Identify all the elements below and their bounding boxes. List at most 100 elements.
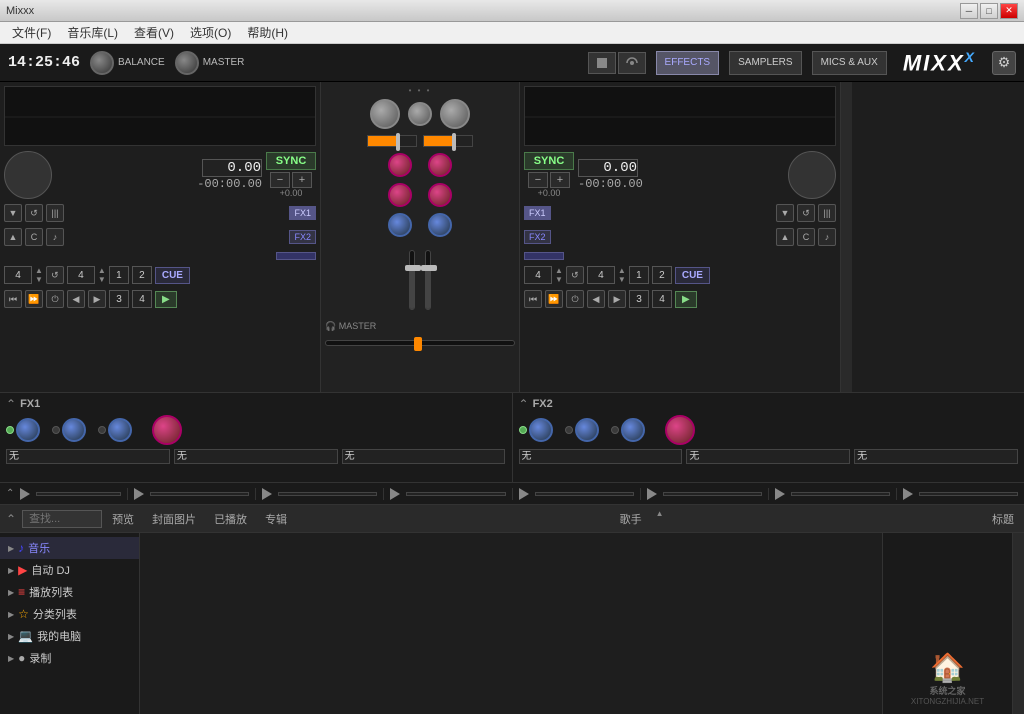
fx2-btn-right[interactable]: FX2	[524, 230, 551, 244]
transport-play-8[interactable]	[903, 488, 913, 500]
fx2-super-knob-body[interactable]	[665, 415, 695, 445]
loop-rbtn-4[interactable]: 4	[652, 290, 672, 308]
loop-rbtn-2[interactable]: 2	[652, 266, 672, 284]
sidebar-item-crate[interactable]: ▶ ☆ 分类列表	[0, 603, 139, 625]
browser-search-input[interactable]	[22, 510, 102, 528]
deck-ctrl-r3[interactable]: |||	[818, 204, 836, 222]
fx2-power-dot-3[interactable]	[611, 426, 619, 434]
transport-expand-left[interactable]: ⌃	[6, 488, 14, 499]
cue-button-right[interactable]: CUE	[675, 267, 710, 284]
fx1-power-dot-2[interactable]	[52, 426, 60, 434]
menu-help[interactable]: 帮助(H)	[239, 22, 296, 43]
loop-btn-3[interactable]: 3	[109, 290, 129, 308]
loop-next-right[interactable]: ▶	[608, 290, 626, 308]
loop-pwr-left[interactable]: ⏻	[46, 290, 64, 308]
loop-pwr-right[interactable]: ⏻	[566, 290, 584, 308]
sidebar-item-computer[interactable]: ▶ 💻 我的电脑	[0, 625, 139, 647]
loop-repeat-right[interactable]: ↺	[566, 266, 584, 284]
fx1-super-knob-body[interactable]	[152, 415, 182, 445]
loop-repeat-left[interactable]: ↺	[46, 266, 64, 284]
menu-options[interactable]: 选项(O)	[182, 22, 239, 43]
browser-tab-cover[interactable]: 封面图片	[148, 509, 200, 529]
eq-high-left[interactable]	[388, 153, 412, 177]
fx2-power-dot-1[interactable]	[519, 426, 527, 434]
deck-bpm-right[interactable]	[578, 159, 638, 177]
deck-ctrl-6[interactable]: ♪	[46, 228, 64, 246]
record-button[interactable]	[588, 52, 616, 74]
browser-tab-album[interactable]: 专辑	[261, 509, 291, 529]
fx1-knob-body-2[interactable]	[62, 418, 86, 442]
fx2-knob-body-1[interactable]	[529, 418, 553, 442]
fx2-btn-left[interactable]: FX2	[289, 230, 316, 244]
loop-back-left[interactable]: ⏮	[4, 290, 22, 308]
sidebar-item-playlist[interactable]: ▶ ≡ 播放列表	[0, 581, 139, 603]
deck-ctrl-r5[interactable]: C	[797, 228, 815, 246]
vol-thumb-right[interactable]	[421, 265, 437, 271]
eq-mid-right[interactable]	[428, 183, 452, 207]
deck-ctrl-1[interactable]: ▼	[4, 204, 22, 222]
transport-play-4[interactable]	[390, 488, 400, 500]
loop-btn-1[interactable]: 1	[109, 266, 129, 284]
master-knob[interactable]	[175, 51, 199, 75]
loop-rbtn-1[interactable]: 1	[629, 266, 649, 284]
loop-num-right-2[interactable]: 4	[587, 266, 615, 284]
loop-down-r1[interactable]: ▼	[555, 275, 563, 284]
eq-high-right[interactable]	[428, 153, 452, 177]
settings-button[interactable]: ⚙	[992, 51, 1016, 75]
close-button[interactable]: ✕	[1000, 3, 1018, 19]
deck-right-scroll[interactable]	[840, 82, 852, 392]
fx2-expand-icon[interactable]: ⌃	[519, 397, 529, 411]
deck-ctrl-2[interactable]: ↺	[25, 204, 43, 222]
loop-up-r1[interactable]: ▲	[555, 266, 563, 275]
sync-minus-left[interactable]: −	[270, 172, 290, 188]
browser-right-scroll[interactable]	[1012, 533, 1024, 714]
loop-next-left[interactable]: ▶	[88, 290, 106, 308]
browser-tab-preview[interactable]: 预览	[108, 509, 138, 529]
eq-mid-left[interactable]	[388, 183, 412, 207]
fx1-select-1[interactable]: 无	[6, 449, 170, 464]
transport-play-7[interactable]	[775, 488, 785, 500]
fx1-power-dot-1[interactable]	[6, 426, 14, 434]
loop-up-1[interactable]: ▲	[35, 266, 43, 275]
browser-expand-icon[interactable]: ⌃	[6, 512, 16, 526]
sidebar-item-autodj[interactable]: ▶ ▶ 自动 DJ	[0, 559, 139, 581]
loop-prev-left[interactable]: ◀	[67, 290, 85, 308]
gain-knob-left[interactable]	[370, 99, 400, 129]
transport-play-5[interactable]	[519, 488, 529, 500]
play-button-right[interactable]: ▶	[675, 291, 697, 308]
fx2-select-2[interactable]: 无	[686, 449, 850, 464]
maximize-button[interactable]: □	[980, 3, 998, 19]
fx1-select-2[interactable]: 无	[174, 449, 338, 464]
browser-tab-played[interactable]: 已播放	[210, 509, 251, 529]
deck-ctrl-4[interactable]: ▲	[4, 228, 22, 246]
loop-down-2[interactable]: ▼	[98, 275, 106, 284]
deck-ctrl-3[interactable]: |||	[46, 204, 64, 222]
minimize-button[interactable]: ─	[960, 3, 978, 19]
sync-minus-right[interactable]: −	[528, 172, 548, 188]
transport-play-6[interactable]	[647, 488, 657, 500]
effects-button[interactable]: EFFECTS	[656, 51, 720, 75]
deck-ctrl-r6[interactable]: ♪	[818, 228, 836, 246]
loop-num-left-1[interactable]: 4	[4, 266, 32, 284]
deck-bpm-left[interactable]	[202, 159, 262, 177]
sidebar-item-music[interactable]: ▶ ♪ 音乐	[0, 537, 139, 559]
loop-btn-2[interactable]: 2	[132, 266, 152, 284]
deck-ctrl-r4[interactable]: ▲	[776, 228, 794, 246]
play-button-left[interactable]: ▶	[155, 291, 177, 308]
fx2-power-dot-2[interactable]	[565, 426, 573, 434]
fx1-knob-body-3[interactable]	[108, 418, 132, 442]
sidebar-item-record[interactable]: ▶ ● 录制	[0, 647, 139, 669]
deck-ctrl-r2[interactable]: ↺	[797, 204, 815, 222]
menu-library[interactable]: 音乐库(L)	[59, 22, 126, 43]
cue-button-left[interactable]: CUE	[155, 267, 190, 284]
broadcast-button[interactable]	[618, 52, 646, 74]
loop-up-2[interactable]: ▲	[98, 266, 106, 275]
browser-tab-artist[interactable]: 歌手	[616, 509, 646, 529]
mics-aux-button[interactable]: MICS & AUX	[812, 51, 887, 75]
fx2-knob-body-2[interactable]	[575, 418, 599, 442]
loop-back-right[interactable]: ⏮	[524, 290, 542, 308]
browser-tab-title[interactable]: 标题	[988, 509, 1018, 529]
fx2-knob-body-3[interactable]	[621, 418, 645, 442]
samplers-button[interactable]: SAMPLERS	[729, 51, 801, 75]
fx2-select-3[interactable]: 无	[854, 449, 1018, 464]
